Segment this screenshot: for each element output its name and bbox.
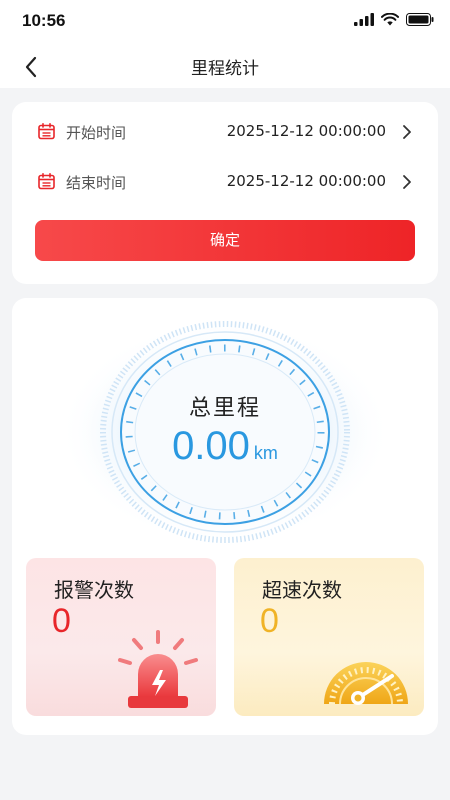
end-time-label: 结束时间 xyxy=(66,174,127,192)
alarm-count-label: 报警次数 xyxy=(54,578,134,602)
status-icons xyxy=(354,13,434,26)
end-time-value: 2025-12-12 00:00:00 xyxy=(226,172,386,190)
calendar-icon xyxy=(38,173,55,190)
date-filter-card: 开始时间 2025-12-12 00:00:00 结束时间 2025-12-12… xyxy=(12,102,438,284)
wifi-icon xyxy=(381,13,399,26)
confirm-button[interactable]: 确定 xyxy=(35,220,415,261)
start-time-row[interactable]: 开始时间 2025-12-12 00:00:00 xyxy=(12,112,438,152)
total-mileage-unit: km xyxy=(253,443,278,463)
chevron-right-icon xyxy=(403,125,411,139)
mileage-stats-card: 总里程 0.00 km 报警次数 0 超速次数 0 xyxy=(12,298,438,735)
total-mileage-title: 总里程 xyxy=(188,396,261,421)
battery-icon xyxy=(406,13,434,26)
status-bar: 10:56 xyxy=(0,0,450,44)
alarm-siren-icon xyxy=(118,630,198,708)
overspeed-count-label: 超速次数 xyxy=(262,578,342,602)
status-time: 10:56 xyxy=(22,11,66,30)
chevron-right-icon xyxy=(403,175,411,189)
alarm-count-card[interactable]: 报警次数 0 xyxy=(26,558,216,716)
total-mileage-readout: 0.00 km xyxy=(12,424,438,469)
overspeed-count-value: 0 xyxy=(260,602,279,640)
end-time-row[interactable]: 结束时间 2025-12-12 00:00:00 xyxy=(12,162,438,202)
page-title: 里程统计 xyxy=(191,59,259,79)
alarm-count-value: 0 xyxy=(52,602,71,640)
start-time-value: 2025-12-12 00:00:00 xyxy=(226,122,386,140)
speedometer-icon xyxy=(324,662,408,705)
total-mileage-value: 0.00 xyxy=(172,424,250,468)
calendar-icon xyxy=(38,123,55,140)
nav-bar: 里程统计 xyxy=(0,44,450,88)
signal-icon xyxy=(354,13,374,26)
overspeed-count-card[interactable]: 超速次数 0 xyxy=(234,558,424,716)
start-time-label: 开始时间 xyxy=(66,124,127,142)
